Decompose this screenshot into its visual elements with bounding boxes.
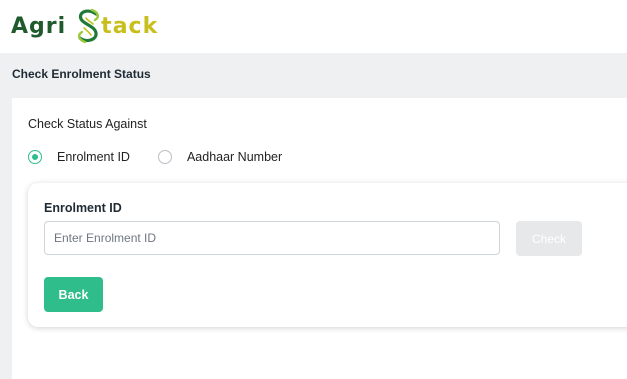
back-button[interactable]: Back bbox=[44, 277, 103, 312]
page: Agri tack Check Enrolment Status Check S… bbox=[0, 0, 627, 379]
check-button[interactable]: Check bbox=[516, 221, 582, 256]
status-type-radio-group: Enrolment ID Aadhaar Number bbox=[28, 148, 282, 166]
agristack-logo[interactable]: Agri tack bbox=[11, 6, 158, 46]
header: Agri tack bbox=[0, 0, 627, 53]
enrolment-id-label: Enrolment ID bbox=[44, 201, 122, 215]
content-panel: Check Status Against Enrolment ID Aadhaa… bbox=[12, 98, 627, 379]
radio-label-enrolment-id: Enrolment ID bbox=[57, 150, 130, 164]
section-label: Check Status Against bbox=[28, 117, 147, 131]
radio-button-aadhaar-number[interactable] bbox=[157, 150, 172, 164]
page-title: Check Enrolment Status bbox=[12, 67, 151, 81]
logo-tack-text: tack bbox=[101, 13, 159, 39]
radio-option-aadhaar-number[interactable]: Aadhaar Number bbox=[157, 150, 283, 164]
title-bar: Check Enrolment Status bbox=[0, 53, 627, 98]
stylized-s-leaf-icon bbox=[78, 8, 100, 44]
logo-agri-text: Agri bbox=[11, 13, 67, 39]
enrolment-check-card: Enrolment ID Check Back bbox=[28, 183, 627, 327]
radio-button-enrolment-id[interactable] bbox=[28, 150, 42, 164]
radio-label-aadhaar-number: Aadhaar Number bbox=[186, 150, 283, 164]
enrolment-id-input[interactable] bbox=[44, 221, 500, 255]
radio-option-enrolment-id[interactable]: Enrolment ID bbox=[28, 150, 130, 164]
